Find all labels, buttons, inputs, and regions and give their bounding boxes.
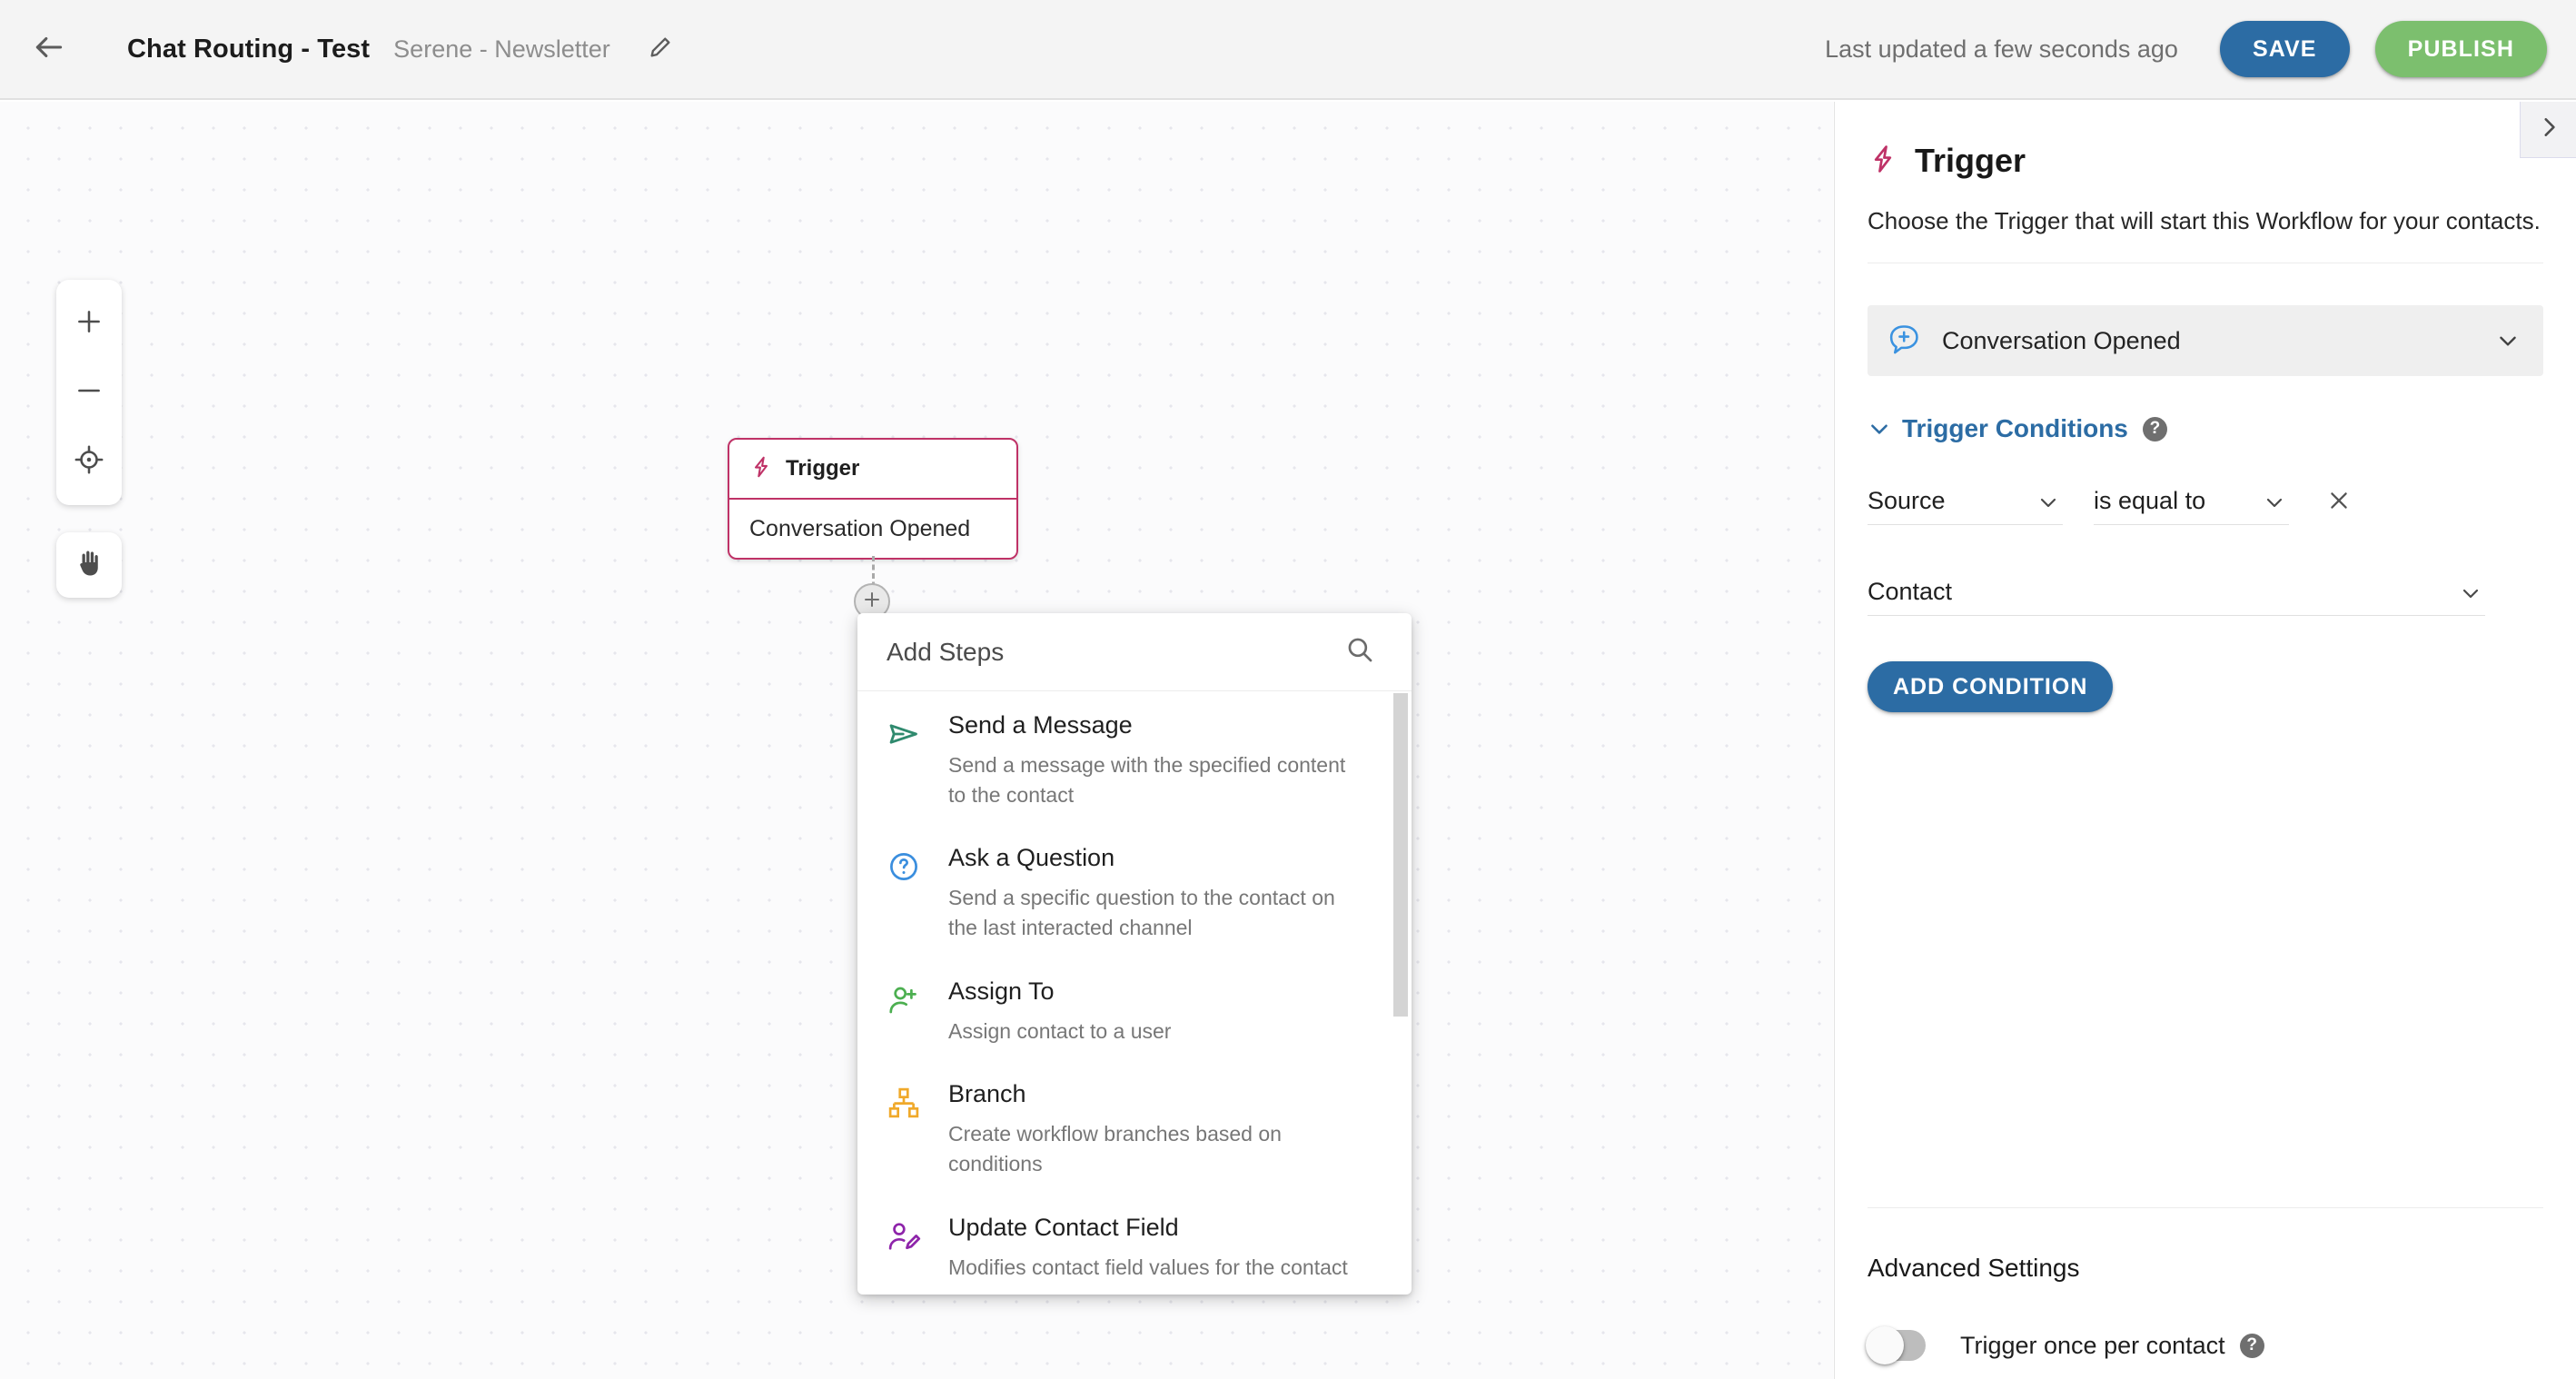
minus-icon	[74, 375, 104, 411]
search-steps-button[interactable]	[1344, 634, 1375, 670]
step-title: Branch	[948, 1080, 1026, 1108]
trigger-node[interactable]: Trigger Conversation Opened	[728, 438, 1018, 560]
help-icon[interactable]: ?	[2142, 416, 2167, 441]
user-edit-icon	[887, 1214, 937, 1283]
step-option-branch[interactable]: Branch Create workflow branches based on…	[857, 1060, 1412, 1193]
plus-circle-icon	[861, 589, 883, 615]
chevron-down-icon	[2264, 491, 2285, 513]
add-steps-scrollbar-thumb[interactable]	[1393, 693, 1408, 1017]
step-description: Assign contact to a user	[948, 1018, 1172, 1043]
hand-icon	[73, 547, 105, 584]
step-option-text: Update Contact Field Modifies contact fi…	[937, 1214, 1348, 1283]
help-icon[interactable]: ?	[2239, 1333, 2264, 1358]
chevron-down-icon	[2037, 491, 2059, 513]
chevron-down-icon	[2496, 329, 2520, 352]
trigger-node-header: Trigger	[729, 440, 1016, 500]
workflow-subtitle: Serene - Newsletter	[393, 35, 610, 63]
chevron-right-icon	[2537, 115, 2561, 144]
header-actions: Last updated a few seconds ago SAVE PUBL…	[1825, 21, 2576, 77]
trigger-type-value: Conversation Opened	[1942, 326, 2181, 354]
recenter-button[interactable]	[56, 427, 122, 496]
crosshair-icon	[74, 444, 104, 480]
condition-operator-value: is equal to	[2094, 487, 2206, 514]
step-option-text: Assign To Assign contact to a user	[937, 977, 1171, 1047]
add-steps-panel[interactable]: Add Steps Send a Message Send a message …	[857, 613, 1412, 1295]
trigger-once-toggle[interactable]	[1866, 1326, 1926, 1364]
step-option-send-a-message[interactable]: Send a Message Send a message with the s…	[857, 691, 1412, 824]
panel-description: Choose the Trigger that will start this …	[1868, 207, 2541, 234]
conversation-plus-icon	[1887, 323, 1935, 358]
user-plus-icon	[887, 977, 937, 1047]
pan-tool-button[interactable]	[56, 532, 122, 598]
collapse-panel-button[interactable]	[2520, 102, 2576, 158]
question-circle-icon	[887, 844, 937, 942]
advanced-settings-title: Advanced Settings	[1868, 1254, 2080, 1282]
zoom-in-button[interactable]	[56, 289, 122, 358]
advanced-divider	[1868, 1207, 2543, 1208]
workflow-canvas[interactable]: Trigger Conversation Opened Add Steps Se…	[0, 102, 1833, 1379]
lightning-bolt-icon	[1868, 144, 1915, 179]
step-title: Send a Message	[948, 711, 1133, 739]
edit-title-button[interactable]	[636, 25, 685, 74]
step-description: Send a specific question to the contact …	[948, 886, 1335, 939]
advanced-toggle-row: Trigger once per contact ?	[1866, 1326, 2264, 1364]
condition-field-value: Source	[1868, 487, 1946, 514]
add-steps-list[interactable]: Send a Message Send a message with the s…	[857, 691, 1412, 1295]
search-icon	[1344, 634, 1375, 670]
chevron-down-icon	[1868, 417, 1891, 441]
back-button[interactable]	[20, 20, 78, 78]
condition-operator-select[interactable]: is equal to	[2094, 478, 2289, 525]
step-title: Assign To	[948, 977, 1055, 1005]
step-option-text: Ask a Question Send a specific question …	[937, 844, 1357, 942]
remove-condition-button[interactable]	[2314, 478, 2363, 527]
chevron-down-icon	[2460, 582, 2482, 604]
panel-title: Trigger	[1915, 142, 2026, 179]
condition-contact-select[interactable]: Contact	[1868, 569, 2485, 616]
step-title: Update Contact Field	[948, 1213, 1179, 1241]
trigger-type-select[interactable]: Conversation Opened	[1868, 305, 2543, 376]
workflow-title: Chat Routing - Test	[127, 34, 371, 64]
condition-contact-value: Contact	[1868, 578, 1953, 605]
step-option-assign-to[interactable]: Assign To Assign contact to a user	[857, 957, 1412, 1061]
last-updated-text: Last updated a few seconds ago	[1825, 35, 2178, 63]
step-description: Modifies contact field values for the co…	[948, 1255, 1348, 1279]
send-paper-plane-icon	[887, 711, 937, 809]
add-steps-title: Add Steps	[887, 637, 1005, 666]
zoom-out-button[interactable]	[56, 358, 122, 427]
condition-row: Source is equal to	[1868, 478, 2543, 525]
trigger-conditions-title: Trigger Conditions	[1902, 414, 2128, 442]
plus-icon	[74, 306, 104, 342]
publish-button[interactable]: PUBLISH	[2374, 21, 2547, 77]
trigger-settings-panel: Trigger Choose the Trigger that will sta…	[1834, 102, 2576, 1379]
condition-field-select[interactable]: Source	[1868, 478, 2063, 525]
trigger-once-label: Trigger once per contact	[1960, 1331, 2225, 1359]
pencil-icon	[648, 35, 673, 64]
step-title: Ask a Question	[948, 844, 1115, 872]
add-steps-header: Add Steps	[857, 613, 1412, 691]
trigger-node-label: Trigger	[786, 456, 860, 481]
panel-title-row: Trigger	[1868, 142, 2543, 180]
arrow-left-icon	[32, 30, 66, 69]
save-button[interactable]: SAVE	[2219, 21, 2350, 77]
toggle-knob	[1866, 1326, 1904, 1364]
sitemap-branch-icon	[887, 1080, 937, 1178]
step-description: Create workflow branches based on condit…	[948, 1122, 1282, 1176]
add-condition-button[interactable]: ADD CONDITION	[1868, 661, 2114, 712]
step-option-ask-a-question[interactable]: Ask a Question Send a specific question …	[857, 824, 1412, 957]
lightning-bolt-icon	[749, 455, 786, 483]
trigger-node-value: Conversation Opened	[749, 515, 971, 541]
step-option-text: Send a Message Send a message with the s…	[937, 711, 1357, 809]
close-x-icon	[2326, 488, 2352, 518]
step-option-update-contact-field[interactable]: Update Contact Field Modifies contact fi…	[857, 1194, 1412, 1295]
trigger-conditions-header[interactable]: Trigger Conditions ?	[1868, 414, 2543, 443]
zoom-controls	[56, 280, 122, 505]
step-option-text: Branch Create workflow branches based on…	[937, 1080, 1357, 1178]
add-steps-scrollbar[interactable]	[1393, 693, 1408, 1293]
step-description: Send a message with the specified conten…	[948, 753, 1346, 807]
app-header: Chat Routing - Test Serene - Newsletter …	[0, 0, 2576, 100]
